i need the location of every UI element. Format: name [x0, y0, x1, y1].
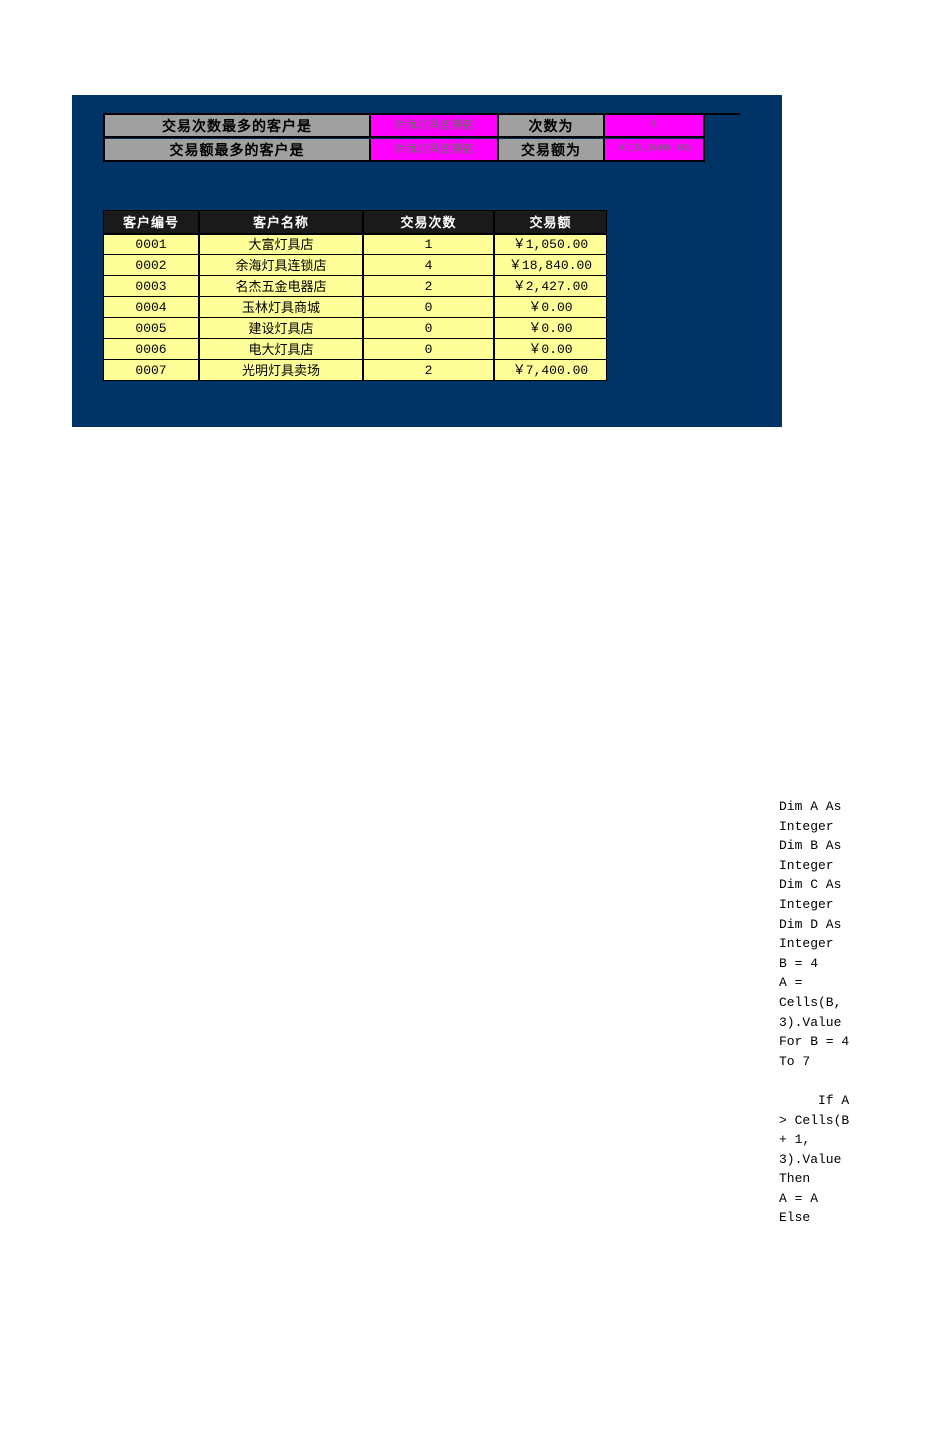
table-row: 0004 玉林灯具商城 0 ￥0.00 — [103, 297, 607, 318]
cell-transaction-count: 1 — [363, 234, 494, 255]
cell-customer-name: 名杰五金电器店 — [199, 276, 363, 297]
table-row: 0001 大富灯具店 1 ￥1,050.00 — [103, 234, 607, 255]
table-row: 0002 余海灯具连锁店 4 ￥18,840.00 — [103, 255, 607, 276]
customer-table: 客户编号 客户名称 交易次数 交易额 0001 大富灯具店 1 ￥1,050.0… — [103, 210, 607, 381]
column-header-customer-id: 客户编号 — [103, 210, 199, 234]
summary-row: 交易次数最多的客户是 余海灯具连锁店 次数为 4 — [105, 115, 740, 138]
cell-transaction-amount: ￥0.00 — [494, 297, 607, 318]
column-header-customer-name: 客户名称 — [199, 210, 363, 234]
summary-label-most-transactions: 交易次数最多的客户是 — [105, 115, 371, 138]
cell-transaction-amount: ￥7,400.00 — [494, 360, 607, 381]
cell-transaction-amount: ￥0.00 — [494, 339, 607, 360]
table-row: 0005 建设灯具店 0 ￥0.00 — [103, 318, 607, 339]
summary-label-most-amount: 交易额最多的客户是 — [105, 139, 371, 162]
cell-customer-name: 建设灯具店 — [199, 318, 363, 339]
cell-customer-id: 0001 — [103, 234, 199, 255]
cell-customer-name: 余海灯具连锁店 — [199, 255, 363, 276]
cell-customer-id: 0002 — [103, 255, 199, 276]
table-row: 0006 电大灯具店 0 ￥0.00 — [103, 339, 607, 360]
table-header-row: 客户编号 客户名称 交易次数 交易额 — [103, 210, 607, 234]
cell-transaction-count: 0 — [363, 297, 494, 318]
column-header-transaction-amount: 交易额 — [494, 210, 607, 234]
cell-transaction-amount: ￥0.00 — [494, 318, 607, 339]
cell-transaction-count: 2 — [363, 276, 494, 297]
cell-customer-id: 0007 — [103, 360, 199, 381]
cell-customer-name: 光明灯具卖场 — [199, 360, 363, 381]
summary-block: 交易次数最多的客户是 余海灯具连锁店 次数为 4 交易额最多的客户是 余海灯具连… — [103, 113, 740, 162]
summary-row: 交易额最多的客户是 余海灯具连锁店 交易额为 ￥18,840.00 — [105, 139, 740, 162]
cell-transaction-amount: ￥1,050.00 — [494, 234, 607, 255]
cell-customer-id: 0003 — [103, 276, 199, 297]
summary-customer-most-transactions: 余海灯具连锁店 — [371, 115, 499, 138]
cell-customer-name: 玉林灯具商城 — [199, 297, 363, 318]
cell-transaction-amount: ￥18,840.00 — [494, 255, 607, 276]
summary-sublabel-count: 次数为 — [499, 115, 605, 138]
cell-customer-name: 大富灯具店 — [199, 234, 363, 255]
summary-value-amount: ￥18,840.00 — [605, 139, 705, 162]
vba-code-overflow-text: Dim A As Integer Dim B As Integer Dim C … — [779, 799, 850, 1226]
cell-customer-id: 0006 — [103, 339, 199, 360]
cell-transaction-amount: ￥2,427.00 — [494, 276, 607, 297]
summary-customer-most-amount: 余海灯具连锁店 — [371, 139, 499, 162]
cell-transaction-count: 0 — [363, 318, 494, 339]
summary-sublabel-amount: 交易额为 — [499, 139, 605, 162]
table-row: 0003 名杰五金电器店 2 ￥2,427.00 — [103, 276, 607, 297]
cell-customer-id: 0004 — [103, 297, 199, 318]
report-panel: 交易次数最多的客户是 余海灯具连锁店 次数为 4 交易额最多的客户是 余海灯具连… — [72, 95, 782, 427]
cell-transaction-count: 2 — [363, 360, 494, 381]
summary-value-count: 4 — [605, 115, 705, 138]
table-row: 0007 光明灯具卖场 2 ￥7,400.00 — [103, 360, 607, 381]
cell-transaction-count: 4 — [363, 255, 494, 276]
cell-transaction-count: 0 — [363, 339, 494, 360]
cell-customer-name: 电大灯具店 — [199, 339, 363, 360]
column-header-transaction-count: 交易次数 — [363, 210, 494, 234]
cell-customer-id: 0005 — [103, 318, 199, 339]
